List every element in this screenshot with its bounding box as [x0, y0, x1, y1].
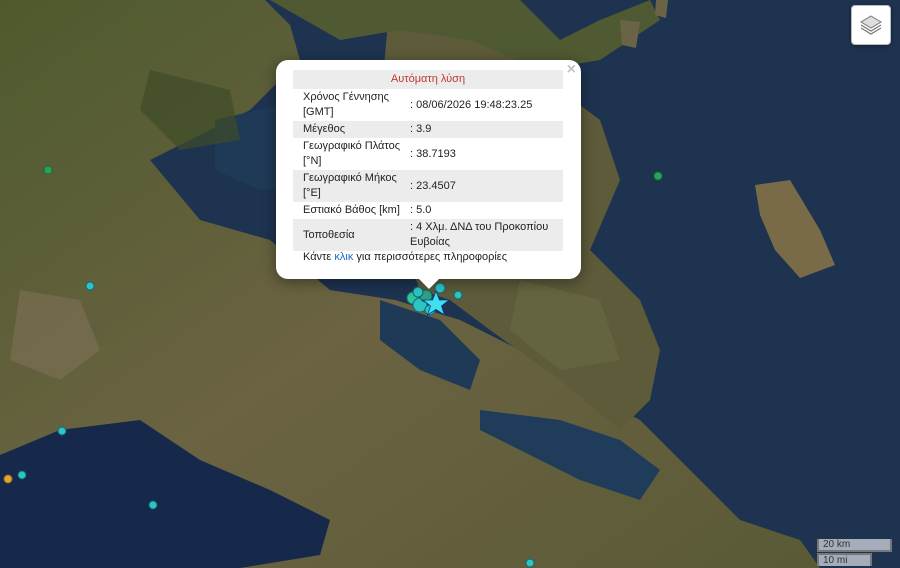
- layers-button[interactable]: [851, 5, 891, 45]
- latitude-value: : 38.7193: [410, 147, 456, 160]
- more-suffix: για περισσότερες πληροφορίες: [356, 251, 507, 263]
- origin-time-value: : 08/06/2026 19:48:23.25: [410, 98, 533, 111]
- quake-marker: [57, 426, 67, 436]
- location-value: : 4 Χλμ. ΔΝΔ του Προκοπίου Ευβοίας: [410, 221, 549, 248]
- scale-km: 20 km: [817, 539, 892, 552]
- popup-tip: [419, 279, 439, 289]
- event-info-table: Αυτόματη λύση Χρόνος Γέννησης [GMT] : 08/…: [293, 70, 563, 251]
- field-label: Γεωγραφικό Μήκος [°E]: [303, 172, 397, 199]
- quake-marker: [17, 470, 27, 480]
- earthquake-popup: × Αυτόματη λύση Χρόνος Γέννησης [GMT] : 0…: [276, 60, 581, 279]
- close-icon[interactable]: ×: [567, 61, 576, 79]
- depth-value: : 5.0: [410, 204, 432, 216]
- more-info-line: Κάντε κλικ για περισσότερες πληροφορίες: [303, 251, 507, 263]
- quake-marker: [3, 474, 13, 484]
- field-label: Εστιακό Βάθος [km]: [303, 204, 400, 216]
- quake-marker: [653, 171, 663, 181]
- quake-marker: [453, 290, 463, 300]
- field-label: Χρόνος Γέννησης [GMT]: [303, 91, 389, 118]
- more-info-link[interactable]: κλικ: [334, 251, 353, 263]
- field-label: Μέγεθος: [303, 123, 346, 135]
- more-prefix: Κάντε: [303, 251, 332, 263]
- quake-marker: [525, 558, 535, 568]
- quake-marker: [85, 281, 95, 291]
- field-label: Γεωγραφικό Πλάτος [°N]: [303, 140, 401, 167]
- quake-marker: [43, 165, 53, 175]
- scale-bar: 20 km 10 mi: [817, 539, 892, 566]
- land-islet: [655, 0, 668, 18]
- layers-icon: [860, 15, 882, 35]
- quake-marker: [148, 500, 158, 510]
- longitude-value: : 23.4507: [410, 179, 456, 192]
- field-label: Τοποθεσία: [303, 228, 355, 241]
- scale-mi: 10 mi: [817, 553, 872, 566]
- popup-header: Αυτόματη λύση: [390, 73, 466, 85]
- magnitude-value: : 3.9: [410, 123, 432, 135]
